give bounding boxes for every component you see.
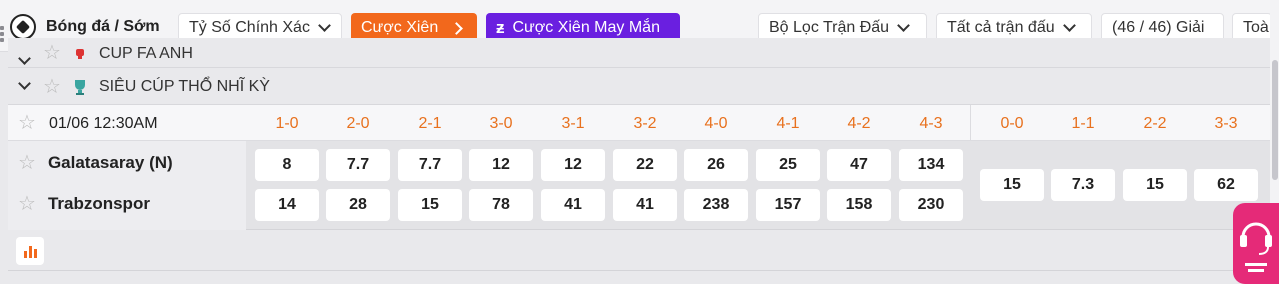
score-header: 2-0: [346, 115, 370, 132]
home-team-name: Galatasaray (N): [47, 153, 173, 172]
team-column: ☆ Galatasaray (N) ☆ Trabzonspor: [8, 141, 246, 230]
odds-button-home[interactable]: 8: [255, 149, 319, 181]
lucky-parlay-icon: ƶ: [496, 18, 505, 37]
chevron-right-icon: [450, 21, 464, 35]
match-footer: [8, 230, 1270, 271]
parlay-button-label: Cược Xiên: [361, 19, 439, 36]
league-name: SIÊU CÚP THỔ NHĨ KỲ: [98, 77, 270, 95]
odds-button-home[interactable]: 7.7: [326, 149, 390, 181]
draw-score-header: 0-0: [1000, 115, 1024, 132]
support-widget[interactable]: [1233, 203, 1279, 284]
odds-button-away[interactable]: 158: [827, 189, 891, 221]
odds-button-home[interactable]: 12: [541, 149, 605, 181]
draw-score-header: 3-3: [1214, 115, 1238, 132]
league-row-turkish-super-cup[interactable]: ☆ SIÊU CÚP THỔ NHĨ KỲ: [8, 69, 1270, 105]
odds-button-home[interactable]: 25: [756, 149, 820, 181]
odds-button-home[interactable]: 26: [684, 149, 748, 181]
odds-button-away[interactable]: 28: [326, 189, 390, 221]
score-header: 3-1: [561, 115, 585, 132]
match-odds-body: ☆ Galatasaray (N) ☆ Trabzonspor 8 7.7 7.…: [8, 141, 1270, 230]
star-icon[interactable]: ☆: [18, 113, 36, 133]
odds-button-away[interactable]: 230: [899, 189, 963, 221]
star-icon[interactable]: ☆: [43, 77, 61, 97]
headset-icon: [1240, 222, 1272, 272]
league-row-fa-cup[interactable]: ☆ CUP FA ANH: [8, 38, 1270, 68]
star-icon[interactable]: ☆: [18, 153, 36, 173]
odds-button-draw[interactable]: 15: [980, 169, 1044, 201]
score-header: 1-0: [275, 115, 299, 132]
match-header: ☆ 01/06 12:30AM 1-0 2-0 2-1 3-0 3-1 3-2 …: [8, 105, 1270, 141]
odds-button-away[interactable]: 14: [255, 189, 319, 221]
chevron-down-icon[interactable]: [18, 77, 31, 90]
football-icon: [10, 14, 36, 40]
stats-icon[interactable]: [16, 237, 44, 265]
draw-score-header: 2-2: [1143, 115, 1167, 132]
score-header: 3-0: [489, 115, 513, 132]
match-datetime: 01/06 12:30AM: [49, 115, 158, 132]
odds-button-draw[interactable]: 15: [1123, 169, 1187, 201]
scrollbar-thumb[interactable]: [1272, 60, 1278, 180]
away-team: ☆ Trabzonspor: [18, 194, 150, 214]
column-divider: [970, 105, 971, 141]
odds-button-away[interactable]: 238: [684, 189, 748, 221]
chevron-down-icon: [1062, 19, 1076, 32]
draw-score-header: 1-1: [1071, 115, 1095, 132]
side-handle[interactable]: [0, 26, 6, 42]
score-header: 4-3: [919, 115, 943, 132]
chevron-down-icon: [897, 19, 910, 32]
star-icon[interactable]: ☆: [43, 43, 61, 63]
score-header: 4-2: [847, 115, 871, 132]
match-filter-label: Bộ Lọc Trận Đấu: [769, 19, 890, 36]
odds-button-draw[interactable]: 7.3: [1051, 169, 1115, 201]
trophy-icon: [71, 78, 89, 96]
odds-button-away[interactable]: 41: [613, 189, 677, 221]
score-header: 4-1: [776, 115, 800, 132]
odds-button-home[interactable]: 22: [613, 149, 677, 181]
odds-button-home[interactable]: 7.7: [398, 149, 462, 181]
odds-button-away[interactable]: 15: [398, 189, 462, 221]
lucky-parlay-button-label: Cược Xiên May Mắn: [512, 19, 660, 36]
brand[interactable]: Bóng đá / Sớm: [10, 13, 160, 41]
score-header: 3-2: [633, 115, 657, 132]
odds-button-away[interactable]: 157: [756, 189, 820, 221]
trophy-icon: [71, 45, 89, 63]
all-matches-label: Tất cả trận đấu: [947, 19, 1055, 36]
away-team-name: Trabzonspor: [47, 194, 150, 213]
star-icon[interactable]: ☆: [18, 194, 36, 214]
brand-label: Bóng đá / Sớm: [46, 18, 160, 35]
chevron-down-icon: [318, 19, 331, 32]
score-header: 4-0: [704, 115, 728, 132]
market-select-label: Tỷ Số Chính Xác: [189, 19, 310, 36]
chevron-down-icon[interactable]: [18, 52, 31, 65]
score-header: 2-1: [418, 115, 442, 132]
odds-button-away[interactable]: 78: [469, 189, 533, 221]
odds-button-away[interactable]: 41: [541, 189, 605, 221]
league-count-label: (46 / 46) Giải: [1112, 19, 1205, 36]
league-name: CUP FA ANH: [98, 45, 193, 62]
odds-button-home[interactable]: 12: [469, 149, 533, 181]
home-team: ☆ Galatasaray (N): [18, 153, 173, 173]
odds-button-home[interactable]: 134: [899, 149, 963, 181]
odds-button-draw[interactable]: 62: [1194, 169, 1258, 201]
next-league-row-peek: [8, 272, 1270, 284]
cut-off-button-label: Toà: [1243, 19, 1269, 36]
odds-button-home[interactable]: 47: [827, 149, 891, 181]
